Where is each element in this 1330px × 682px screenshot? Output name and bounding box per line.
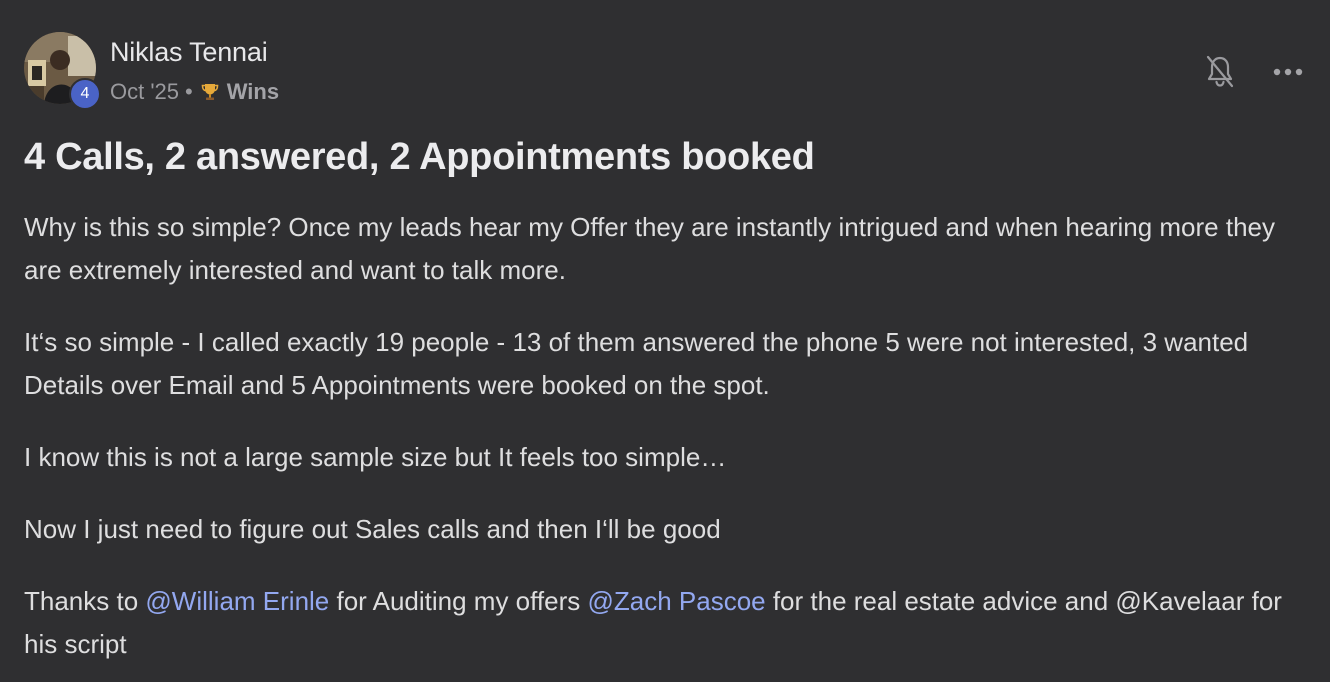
paragraph-text: Thanks to bbox=[24, 586, 146, 616]
category-link[interactable]: Wins bbox=[227, 79, 279, 105]
post-meta: Oct '25 • Wins bbox=[110, 79, 279, 105]
paragraph-text: for Auditing my offers bbox=[329, 586, 588, 616]
post-header: 4 Niklas Tennai Oct '25 • Wins bbox=[24, 32, 1306, 112]
bell-off-icon bbox=[1206, 55, 1234, 88]
post-paragraph-2: It‘s so simple - I called exactly 19 peo… bbox=[24, 327, 1249, 400]
author-avatar[interactable]: 4 bbox=[24, 32, 101, 110]
level-badge: 4 bbox=[69, 78, 101, 110]
mention-william-erinle[interactable]: @William Erinle bbox=[145, 586, 329, 616]
post-paragraph-3: I know this is not a large sample size b… bbox=[24, 442, 727, 472]
post-paragraph-5: Thanks to @William Erinle for Auditing m… bbox=[24, 580, 1294, 666]
post-body: Why is this so simple? Once my leads hea… bbox=[24, 206, 1294, 682]
post-title: 4 Calls, 2 answered, 2 Appointments book… bbox=[24, 136, 815, 178]
post-paragraph-4: Now I just need to figure out Sales call… bbox=[24, 514, 721, 544]
trophy-icon bbox=[199, 81, 221, 103]
meta-separator: • bbox=[185, 79, 193, 104]
mention-zach-pascoe[interactable]: @Zach Pascoe bbox=[587, 586, 765, 616]
more-options-button[interactable] bbox=[1270, 58, 1306, 86]
more-horizontal-icon bbox=[1273, 68, 1303, 76]
notification-toggle-button[interactable] bbox=[1202, 52, 1238, 92]
post-date[interactable]: Oct '25 bbox=[110, 79, 179, 105]
author-name[interactable]: Niklas Tennai bbox=[110, 37, 268, 68]
post-paragraph-1: Why is this so simple? Once my leads hea… bbox=[24, 212, 1275, 285]
post-card: 4 Niklas Tennai Oct '25 • Wins 4 Calls, … bbox=[0, 0, 1330, 682]
